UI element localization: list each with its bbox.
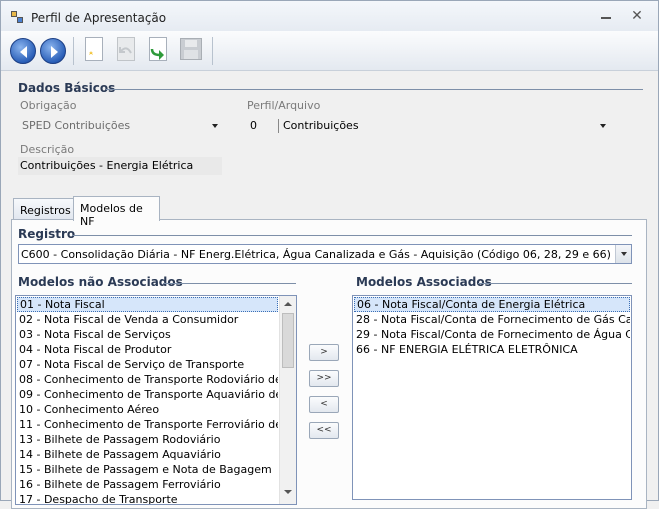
- tab-registros[interactable]: Registros: [13, 198, 78, 221]
- scroll-down-icon[interactable]: [280, 484, 296, 500]
- scroll-thumb[interactable]: [282, 313, 294, 368]
- new-document-icon: [85, 37, 103, 61]
- dados-basicos-title: Dados Básicos: [18, 81, 116, 95]
- minimize-button[interactable]: [597, 7, 615, 25]
- nao-associados-title: Modelos não Associados: [18, 275, 183, 289]
- toolbar: [1, 31, 658, 71]
- list-item[interactable]: 03 - Nota Fiscal de Serviços: [17, 327, 278, 342]
- list-item[interactable]: 17 - Despacho de Transporte: [17, 492, 278, 504]
- list-item[interactable]: 07 - Nota Fiscal de Serviço de Transport…: [17, 357, 278, 372]
- list-item[interactable]: 09 - Conhecimento de Transporte Aquaviár…: [17, 387, 278, 402]
- obrigacao-value: SPED Contribuições: [22, 119, 131, 132]
- registro-select[interactable]: C600 - Consolidação Diária - NF Energ.El…: [18, 244, 632, 264]
- list-item[interactable]: 29 - Nota Fiscal/Conta de Fornecimento d…: [354, 327, 630, 342]
- save-button[interactable]: [177, 35, 205, 65]
- descricao-label: Descrição: [20, 143, 75, 156]
- forward-button[interactable]: [39, 35, 67, 65]
- list-item[interactable]: 28 - Nota Fiscal/Conta de Fornecimento d…: [354, 312, 630, 327]
- obrigacao-combo[interactable]: SPED Contribuições: [18, 116, 222, 136]
- redo-document-icon: [149, 37, 167, 61]
- section-divider: [478, 283, 632, 284]
- list-item[interactable]: 01 - Nota Fiscal: [17, 297, 278, 312]
- list-item[interactable]: 14 - Bilhete de Passagem Aquaviário: [17, 447, 278, 462]
- toolbar-separator: [73, 37, 74, 65]
- window-title: Perfil de Apresentação: [31, 11, 167, 25]
- remove-button[interactable]: <: [309, 396, 339, 413]
- new-button[interactable]: [81, 35, 109, 65]
- chevron-down-icon: [600, 124, 606, 128]
- vertical-scrollbar[interactable]: [279, 296, 296, 504]
- chevron-down-icon[interactable]: [615, 245, 631, 263]
- list-item[interactable]: 08 - Conhecimento de Transporte Rodoviár…: [17, 372, 278, 387]
- list-item[interactable]: 02 - Nota Fiscal de Venda a Consumidor: [17, 312, 278, 327]
- add-all-button[interactable]: >>: [309, 370, 339, 387]
- undo-button[interactable]: [113, 35, 141, 65]
- combo-divider: [278, 119, 279, 133]
- toolbar-separator: [212, 37, 213, 65]
- section-divider: [72, 235, 632, 236]
- tab-label: Registros: [20, 204, 71, 217]
- title-bar[interactable]: Perfil de Apresentação ✕: [1, 1, 658, 31]
- list-item[interactable]: 10 - Conhecimento Aéreo: [17, 402, 278, 417]
- tab-modelos-de-nf[interactable]: Modelos de NF: [73, 196, 160, 228]
- perfil-value: Contribuições: [283, 119, 359, 132]
- descricao-value: Contribuições - Energia Elétrica: [20, 159, 194, 172]
- undo-icon: [117, 37, 135, 61]
- obrigacao-label: Obrigação: [20, 99, 77, 112]
- scroll-up-icon[interactable]: [280, 296, 296, 312]
- remove-all-button[interactable]: <<: [309, 422, 339, 439]
- redo-button[interactable]: [145, 35, 173, 65]
- list-item[interactable]: 66 - NF ENERGIA ELÉTRICA ELETRÔNICA: [354, 342, 630, 357]
- arrow-right-icon: [40, 38, 66, 64]
- back-button[interactable]: [9, 35, 37, 65]
- list-item[interactable]: 06 - Nota Fiscal/Conta de Energia Elétri…: [354, 297, 630, 312]
- add-button[interactable]: >: [309, 344, 339, 361]
- descricao-field[interactable]: Contribuições - Energia Elétrica: [18, 157, 222, 175]
- section-divider: [106, 89, 643, 90]
- list-item[interactable]: 04 - Nota Fiscal de Produtor: [17, 342, 278, 357]
- associados-list[interactable]: 06 - Nota Fiscal/Conta de Energia Elétri…: [352, 295, 632, 500]
- save-disk-icon: [180, 38, 202, 60]
- list-item[interactable]: 13 - Bilhete de Passagem Rodoviário: [17, 432, 278, 447]
- perfil-code: 0: [250, 119, 257, 132]
- chevron-down-icon: [212, 124, 218, 128]
- list-item[interactable]: 16 - Bilhete de Passagem Ferroviário: [17, 477, 278, 492]
- registro-value: C600 - Consolidação Diária - NF Energ.El…: [21, 248, 611, 261]
- perfil-label: Perfil/Arquivo: [247, 99, 321, 112]
- list-item[interactable]: 15 - Bilhete de Passagem e Nota de Bagag…: [17, 462, 278, 477]
- app-icon: [11, 11, 24, 24]
- perfil-combo[interactable]: 0 Contribuições: [246, 116, 610, 136]
- arrow-left-icon: [10, 38, 36, 64]
- section-divider: [163, 283, 296, 284]
- registro-title: Registro: [18, 227, 76, 241]
- nao-associados-list[interactable]: 01 - Nota Fiscal 02 - Nota Fiscal de Vend…: [15, 295, 297, 505]
- list-item[interactable]: 11 - Conhecimento de Transporte Ferroviá…: [17, 417, 278, 432]
- associados-title: Modelos Associados: [356, 275, 492, 289]
- close-button[interactable]: ✕: [627, 7, 647, 25]
